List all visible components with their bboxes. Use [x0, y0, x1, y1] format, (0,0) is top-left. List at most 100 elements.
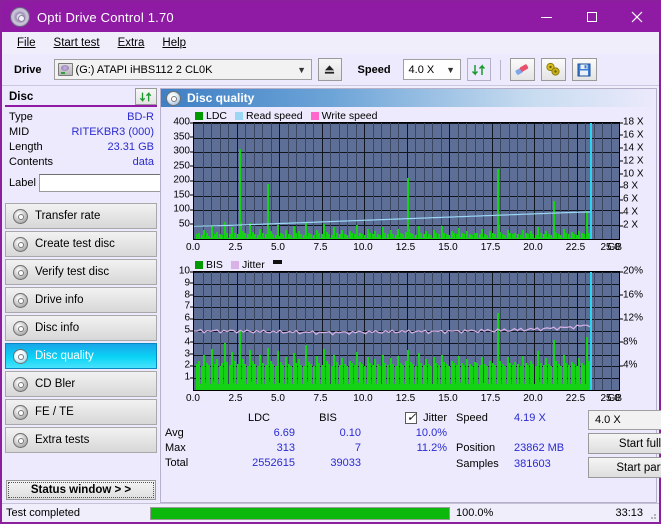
menu-file[interactable]: File	[8, 34, 45, 52]
sidebar-item-create-test-disc[interactable]: Create test disc	[5, 231, 157, 257]
legend-bis: BIS	[195, 259, 223, 271]
y-tick-label: 3	[184, 348, 193, 360]
speed-select[interactable]: 4.0 X ▼	[402, 59, 461, 80]
drive-icon	[57, 63, 73, 76]
close-button[interactable]	[614, 2, 659, 32]
legend-write-speed: Write speed	[310, 109, 378, 122]
erase-button[interactable]	[509, 58, 535, 81]
test-speed-value: 4.0 X	[595, 414, 621, 426]
jitter-checkbox[interactable]	[405, 410, 418, 424]
status-window-button[interactable]: Status window > >	[6, 480, 156, 500]
disc-icon	[13, 404, 28, 420]
y-tick-label: 350	[173, 131, 193, 142]
save-icon	[577, 63, 591, 76]
disc-type-value: BD-R	[127, 111, 154, 123]
sidebar-nav: Transfer rate Create test disc Verify te…	[5, 203, 157, 453]
y-tick-label: 400	[173, 116, 193, 128]
legend-ldc-label: LDC	[206, 109, 228, 122]
disc-contents-value: data	[132, 156, 154, 168]
x-tick-label: 22.5	[565, 393, 586, 404]
resize-grip-icon[interactable]	[647, 510, 657, 520]
bis-chart-legend: BIS Jitter	[163, 258, 654, 271]
column-header-jitter: Jitter	[423, 411, 447, 424]
y2-tick-label: 10 X	[620, 168, 644, 180]
refresh-button[interactable]	[466, 58, 491, 81]
refresh-icon	[139, 91, 152, 102]
disc-mid-value: RITEKBR3 (000)	[71, 126, 154, 138]
legend-swatch-icon	[195, 260, 203, 269]
ldc-y-axis: 400 350 300 250 200 150 100 50	[163, 117, 194, 240]
disc-icon	[13, 292, 28, 308]
sidebar-item-cd-bler[interactable]: CD Bler	[5, 371, 157, 397]
x-axis-unit: GB	[607, 242, 622, 253]
sidebar-item-drive-info[interactable]: Drive info	[5, 287, 157, 313]
sidebar-item-label: Extra tests	[35, 434, 90, 446]
maximize-button[interactable]	[569, 2, 614, 32]
disc-icon	[13, 432, 28, 448]
minimize-button[interactable]	[524, 2, 569, 32]
title-bar: Opti Drive Control 1.70	[2, 2, 659, 32]
sidebar-item-disc-quality[interactable]: Disc quality	[5, 343, 157, 369]
x-tick-label: 0.0	[186, 242, 200, 253]
bis-plot-area	[193, 271, 620, 391]
menu-start-test[interactable]: Start test	[45, 34, 109, 52]
page-title: Disc quality	[187, 91, 255, 105]
sidebar-item-label: Verify test disc	[35, 266, 110, 278]
disc-icon	[13, 208, 28, 224]
sidebar-item-verify-test-disc[interactable]: Verify test disc	[5, 259, 157, 285]
test-speed-select[interactable]: 4.0 X ▼	[588, 410, 661, 430]
start-full-button[interactable]: Start full	[588, 433, 661, 454]
chevron-down-icon: ▼	[446, 64, 455, 75]
column-header-bis: BIS	[319, 411, 337, 424]
readout-samples: Samples 381603	[456, 456, 586, 472]
window-title: Opti Drive Control 1.70	[37, 9, 174, 25]
menu-extra[interactable]: Extra	[109, 34, 154, 52]
readout-position-label: Position	[456, 442, 496, 454]
sidebar-item-disc-info[interactable]: Disc info	[5, 315, 157, 341]
drive-select[interactable]: (G:) ATAPI iHBS112 2 CL0K ▼	[53, 59, 312, 80]
jitter-toggle[interactable]: Jitter	[361, 410, 447, 424]
maximize-icon	[586, 12, 597, 22]
content-area: Disc Type BD-R MID RITEKBR3 (000) Length…	[2, 86, 661, 503]
ldc-chart-section: LDC Read speed Write speed 400 350 300 250 2…	[161, 107, 656, 256]
sidebar-item-label: Transfer rate	[35, 210, 101, 222]
disc-row-type: Type BD-R	[9, 110, 154, 125]
x-tick-label: 5.0	[271, 242, 285, 253]
speed-select-value: 4.0 X	[408, 63, 435, 76]
x-tick-label: 7.5	[313, 393, 328, 404]
save-button[interactable]	[571, 58, 597, 81]
drive-toolbar: Drive (G:) ATAPI iHBS112 2 CL0K ▼ Speed …	[2, 54, 659, 86]
legend-write-speed-label: Write speed	[321, 109, 378, 122]
x-tick-label: 20.0	[523, 393, 543, 404]
position-marker	[590, 123, 593, 239]
y-tick-label: 200	[173, 174, 193, 186]
tools-button[interactable]	[540, 58, 566, 81]
sidebar-item-label: Disc info	[35, 322, 80, 334]
disc-refresh-button[interactable]	[135, 88, 157, 105]
disc-row-length: Length 23.31 GB	[9, 140, 154, 155]
legend-jitter: Jitter	[230, 258, 265, 271]
disc-info-list: Type BD-R MID RITEKBR3 (000) Length 23.3…	[5, 107, 236, 197]
menu-help[interactable]: Help	[153, 34, 195, 52]
y2-tick-label: 4 X	[619, 206, 639, 218]
legend-jitter-label: Jitter	[241, 258, 265, 271]
menu-start-test-label: Start test	[53, 37, 100, 49]
y2-tick-label: 2 X	[619, 219, 639, 231]
row-label-total: Total	[165, 456, 189, 469]
table-row: Max 313 7 11.2%	[165, 440, 450, 455]
y-tick-label: 300	[173, 145, 193, 157]
bis-chart: 10 9 8 7 6 5 4 3 2 1 20% 16% 12% 8% 4%	[163, 266, 654, 391]
y-tick-label: 50	[178, 218, 194, 229]
progress-fill	[151, 507, 449, 519]
test-controls: 4.0 X ▼ Start full Start part	[588, 410, 661, 502]
ldc-y2-axis: 18 X 16 X 14 X 12 X 10 X8 X6 X4 X2 X	[619, 117, 654, 240]
eject-button[interactable]	[317, 58, 342, 81]
sidebar-item-extra-tests[interactable]: Extra tests	[5, 427, 157, 453]
disc-length-value: 23.31 GB	[107, 141, 154, 153]
sidebar-item-fe-te[interactable]: FE / TE	[5, 399, 157, 425]
refresh-icon	[471, 63, 485, 76]
statistics-area: LDC BIS Jitter Avg 6.69 0.10 10.0%	[161, 407, 661, 502]
x-tick-label: 2.5	[228, 393, 243, 404]
sidebar-item-transfer-rate[interactable]: Transfer rate	[5, 203, 157, 229]
start-part-button[interactable]: Start part	[588, 457, 661, 478]
